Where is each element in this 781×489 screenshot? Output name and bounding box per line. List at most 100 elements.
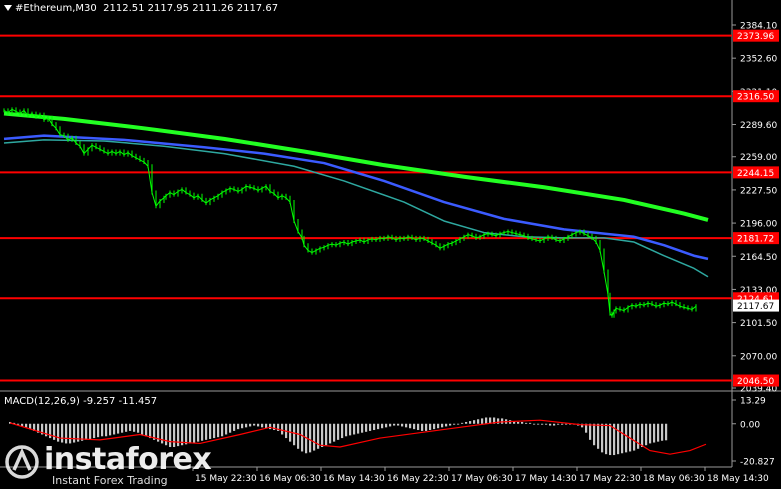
price-tick-label: 2196.00 — [740, 220, 777, 230]
logo-brand: instaforex — [44, 442, 212, 477]
macd-hist-bar — [89, 423, 92, 439]
macd-hist-bar — [229, 423, 232, 433]
macd-hist-bar — [245, 423, 248, 428]
macd-hist-bar — [333, 423, 336, 442]
macd-hist-bar — [25, 423, 28, 428]
macd-hist-bar — [97, 423, 100, 438]
macd-tick-label: 13.29 — [740, 397, 766, 407]
price-tick-label: 2352.60 — [740, 55, 777, 65]
macd-hist-bar — [401, 423, 404, 427]
macd-hist-bar — [313, 423, 316, 451]
macd-hist-bar — [565, 423, 568, 425]
macd-hist-bar — [373, 423, 376, 431]
macd-hist-bar — [361, 423, 364, 433]
macd-hist-bar — [389, 423, 392, 427]
price-tick-label: 2164.50 — [740, 253, 777, 263]
macd-hist-bar — [549, 423, 552, 426]
macd-hist-bar — [369, 423, 372, 431]
macd-hist-bar — [381, 423, 384, 429]
macd-hist-bar — [601, 423, 604, 453]
macd-hist-bar — [417, 423, 420, 431]
macd-hist-bar — [109, 423, 112, 436]
macd-hist-bar — [141, 423, 144, 435]
macd-hist-bar — [561, 423, 564, 425]
macd-hist-bar — [113, 423, 116, 435]
macd-hist-bar — [541, 423, 544, 425]
macd-hist-bar — [309, 423, 312, 453]
macd-hist-bar — [605, 423, 608, 455]
macd-hist-bar — [469, 421, 472, 424]
macd-hist-bar — [429, 423, 432, 431]
macd-hist-bar — [617, 423, 620, 455]
macd-hist-bar — [221, 423, 224, 437]
time-tick-label: 16 May 14:30 — [323, 474, 385, 484]
current-price-label: 2117.67 — [737, 302, 774, 312]
level-tag-label: 2181.72 — [737, 235, 774, 245]
chart-canvas[interactable]: 2384.102352.602321.102289.602259.002227.… — [0, 0, 781, 489]
macd-hist-bar — [133, 423, 136, 432]
level-tag-label: 2046.50 — [737, 377, 774, 387]
price-tick-label: 2070.00 — [740, 352, 777, 362]
macd-hist-bar — [301, 423, 304, 452]
ohlc-values: 2112.51 2117.95 2111.26 2117.67 — [103, 3, 279, 14]
macd-hist-bar — [533, 423, 536, 425]
macd-hist-bar — [621, 423, 624, 454]
macd-hist-bar — [297, 423, 300, 449]
macd-hist-bar — [53, 423, 56, 440]
ma-slow-line — [3, 111, 709, 222]
macd-hist-bar — [325, 423, 328, 446]
macd-hist-bar — [545, 423, 548, 425]
macd-hist-bar — [81, 423, 84, 441]
symbol-menu-icon[interactable] — [4, 5, 12, 11]
macd-hist-bar — [457, 423, 460, 425]
macd-hist-bar — [477, 419, 480, 424]
level-tag-label: 2244.15 — [737, 169, 774, 179]
level-tag-label: 2373.96 — [737, 32, 774, 42]
macd-hist-bar — [357, 423, 360, 434]
macd-hist-bar — [397, 423, 400, 426]
time-tick-label: 17 May 14:30 — [515, 474, 577, 484]
macd-hist-bar — [365, 423, 368, 432]
macd-hist-bar — [529, 422, 532, 424]
logo-mark-icon — [5, 445, 39, 479]
time-tick-label: 18 May 14:30 — [707, 474, 769, 484]
macd-hist-bar — [209, 423, 212, 439]
macd-hist-bar — [449, 423, 452, 426]
macd-hist-bar — [49, 423, 52, 439]
macd-hist-bar — [473, 420, 476, 424]
macd-hist-bar — [481, 418, 484, 424]
price-tick-label: 2259.00 — [740, 153, 777, 163]
macd-hist-bar — [189, 423, 192, 444]
macd-hist-bar — [65, 423, 68, 444]
macd-hist-bar — [589, 423, 592, 440]
macd-hist-bar — [461, 422, 464, 424]
macd-hist-bar — [441, 423, 444, 428]
macd-hist-bar — [257, 423, 260, 427]
macd-hist-bar — [413, 423, 416, 430]
macd-hist-bar — [393, 423, 396, 426]
macd-hist-bar — [105, 423, 108, 437]
macd-hist-bar — [237, 423, 240, 430]
macd-header: MACD(12,26,9) -9.257 -11.457 — [4, 396, 158, 407]
macd-hist-bar — [341, 423, 344, 439]
macd-hist-bar — [425, 423, 428, 431]
macd-hist-bar — [625, 423, 628, 453]
macd-hist-bar — [233, 423, 236, 431]
macd-hist-bar — [633, 423, 636, 451]
macd-hist-bar — [201, 423, 204, 441]
macd-hist-bar — [349, 423, 352, 436]
macd-hist-bar — [101, 423, 104, 437]
level-lines — [0, 34, 732, 382]
macd-hist-bar — [609, 423, 612, 456]
macd-hist-bar — [517, 421, 520, 424]
macd-hist-bar — [269, 423, 272, 430]
time-tick-label: 18 May 06:30 — [643, 474, 705, 484]
macd-tick-label: -20.827 — [740, 458, 775, 468]
macd-hist-bar — [653, 423, 656, 443]
macd-hist-bar — [637, 423, 640, 449]
macd-hist-bar — [593, 423, 596, 446]
symbol-label: #Ethereum,M30 — [15, 3, 97, 14]
macd-hist-bar — [241, 423, 244, 429]
macd-hist-bar — [205, 423, 208, 440]
macd-hist-bar — [421, 423, 424, 431]
